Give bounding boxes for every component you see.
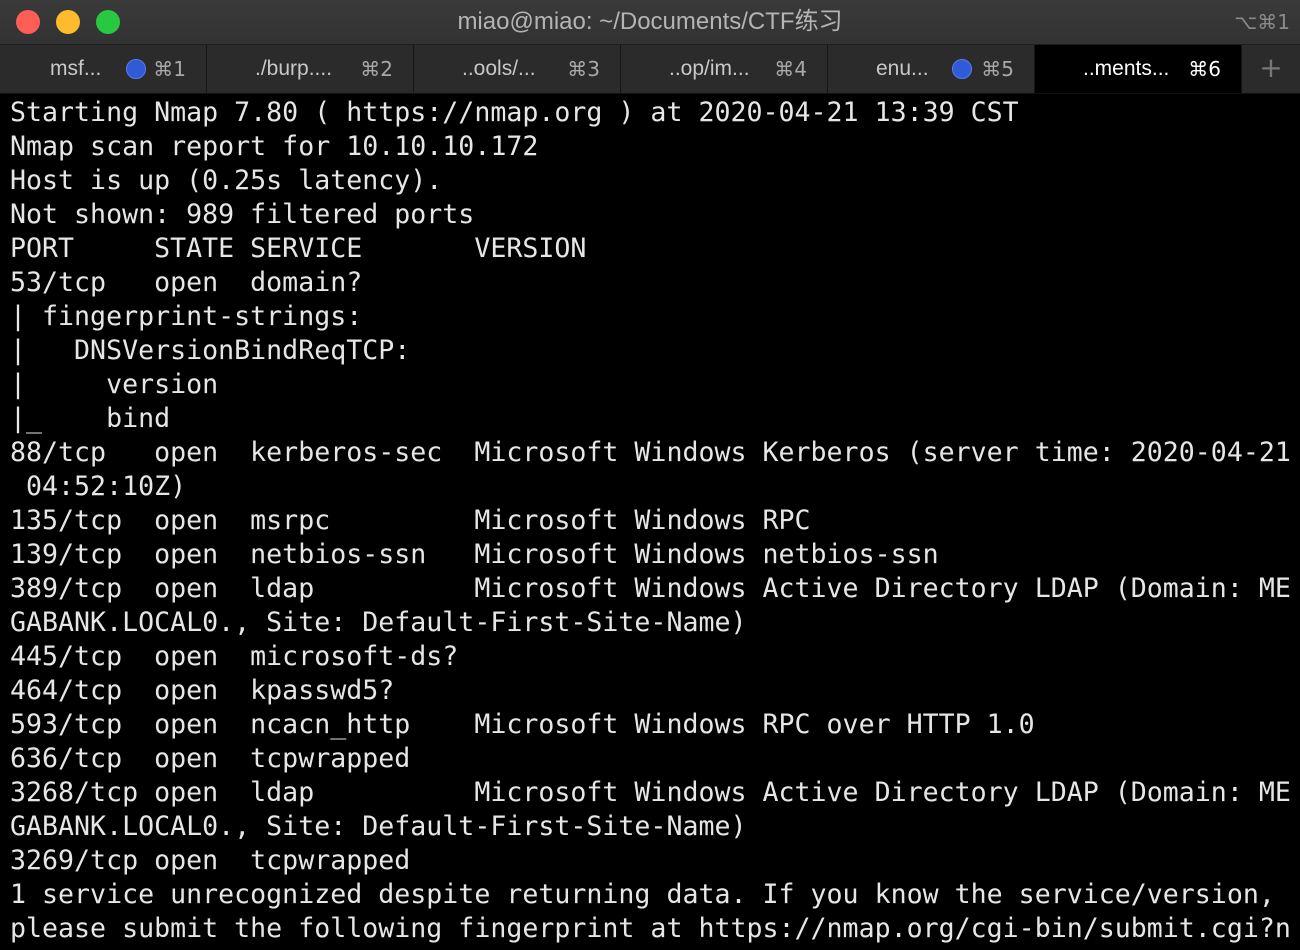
terminal-line: |_ bind: [10, 403, 171, 434]
tab-label: ..ools/...: [462, 57, 536, 80]
terminal-line: Nmap scan report for 10.10.10.172: [10, 131, 539, 162]
tab-shortcut: ⌘4: [774, 57, 807, 81]
terminal-window: miao@miao: ~/Documents/CTF练习 ⌥⌘1 msf... …: [0, 0, 1300, 950]
terminal-line: Starting Nmap 7.80 ( https://nmap.org ) …: [10, 97, 1019, 128]
terminal-line: PORT STATE SERVICE VERSION: [10, 233, 587, 264]
tab-2[interactable]: ./burp.... ⌘2: [207, 45, 414, 93]
tab-shortcut: ⌘1: [153, 57, 186, 81]
terminal-line: 139/tcp open netbios-ssn Microsoft Windo…: [10, 539, 939, 570]
new-tab-button[interactable]: +: [1242, 45, 1300, 93]
tab-label: ..ments...: [1083, 57, 1170, 80]
terminal-line: GABANK.LOCAL0., Site: Default-First-Site…: [10, 607, 747, 638]
terminal-line: 88/tcp open kerberos-sec Microsoft Windo…: [10, 437, 1291, 468]
activity-dot-icon: [952, 59, 972, 79]
tab-5[interactable]: enu... ⌘5: [828, 45, 1035, 93]
terminal-line: 593/tcp open ncacn_http Microsoft Window…: [10, 709, 1035, 740]
tab-label: enu...: [876, 57, 929, 80]
terminal-line: 135/tcp open msrpc Microsoft Windows RPC: [10, 505, 811, 536]
tab-label: msf...: [50, 57, 102, 80]
terminal-line: | version: [10, 369, 219, 400]
terminal-line: 3268/tcp open ldap Microsoft Windows Act…: [10, 777, 1291, 808]
terminal-line: Host is up (0.25s latency).: [10, 165, 443, 196]
tab-label: ..op/im...: [669, 57, 750, 80]
terminal-line: 53/tcp open domain?: [10, 267, 363, 298]
tab-1[interactable]: msf... ⌘1: [0, 45, 207, 93]
tab-6[interactable]: ..ments... ⌘6: [1035, 45, 1242, 93]
tab-bar: msf... ⌘1 ./burp.... ⌘2 ..ools/... ⌘3 ..…: [0, 45, 1300, 94]
terminal-line: please submit the following fingerprint …: [10, 913, 1291, 944]
tab-label: ./burp....: [255, 57, 333, 80]
terminal-line: 3269/tcp open tcpwrapped: [10, 845, 411, 876]
terminal-line: 389/tcp open ldap Microsoft Windows Acti…: [10, 573, 1291, 604]
terminal-line: 636/tcp open tcpwrapped: [10, 743, 411, 774]
window-title: miao@miao: ~/Documents/CTF练习: [457, 8, 843, 35]
terminal-line: 1 service unrecognized despite returning…: [10, 879, 1275, 910]
terminal-line: 445/tcp open microsoft-ds?: [10, 641, 459, 672]
terminal-line: Not shown: 989 filtered ports: [10, 199, 475, 230]
tab-shortcut: ⌘6: [1188, 57, 1221, 81]
terminal-line: 04:52:10Z): [10, 471, 187, 502]
terminal-line: 464/tcp open kpasswd5?: [10, 675, 395, 706]
tab-4[interactable]: ..op/im... ⌘4: [621, 45, 828, 93]
tab-shortcut: ⌘5: [981, 57, 1014, 81]
terminal-line: GABANK.LOCAL0., Site: Default-First-Site…: [10, 811, 747, 842]
title-bar[interactable]: miao@miao: ~/Documents/CTF练习 ⌥⌘1: [0, 0, 1300, 45]
terminal-line: | fingerprint-strings:: [10, 301, 363, 332]
tab-shortcut: ⌘3: [567, 57, 600, 81]
terminal-output[interactable]: Starting Nmap 7.80 ( https://nmap.org ) …: [10, 96, 1300, 950]
tab-shortcut: ⌘2: [360, 57, 393, 81]
terminal-line: | DNSVersionBindReqTCP:: [10, 335, 411, 366]
tab-3[interactable]: ..ools/... ⌘3: [414, 45, 621, 93]
activity-dot-icon: [126, 59, 146, 79]
window-shortcut: ⌥⌘1: [1234, 10, 1290, 34]
